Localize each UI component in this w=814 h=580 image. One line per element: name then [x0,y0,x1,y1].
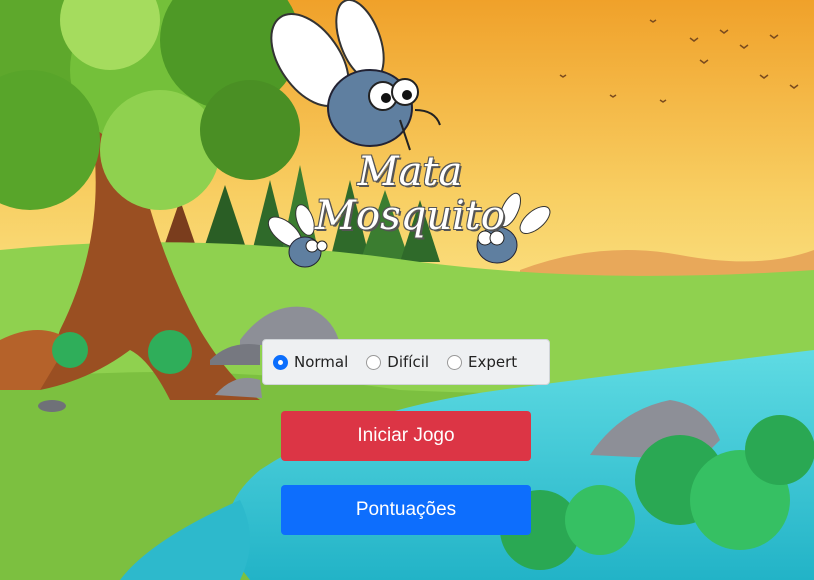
difficulty-label-dificil: Difícil [387,353,430,371]
difficulty-label-normal: Normal [294,353,349,371]
tree-canopy [0,0,300,210]
radio-expert[interactable] [447,354,463,370]
difficulty-option-dificil[interactable]: Difícil [366,353,429,371]
radio-dificil[interactable] [366,354,382,370]
difficulty-label-expert: Expert [468,353,518,371]
difficulty-option-expert[interactable]: Expert [447,353,517,371]
radio-normal[interactable] [273,354,288,370]
game-title-line1: Mata [357,149,463,195]
start-game-button[interactable]: Iniciar Jogo [281,411,531,461]
scores-button[interactable]: Pontuações [281,485,531,535]
game-title-line2: Mosquito [315,193,505,239]
difficulty-option-normal[interactable]: Normal [273,353,348,371]
game-title: Mata Mosquito [300,150,520,238]
difficulty-selector: Normal Difícil Expert [262,339,550,385]
